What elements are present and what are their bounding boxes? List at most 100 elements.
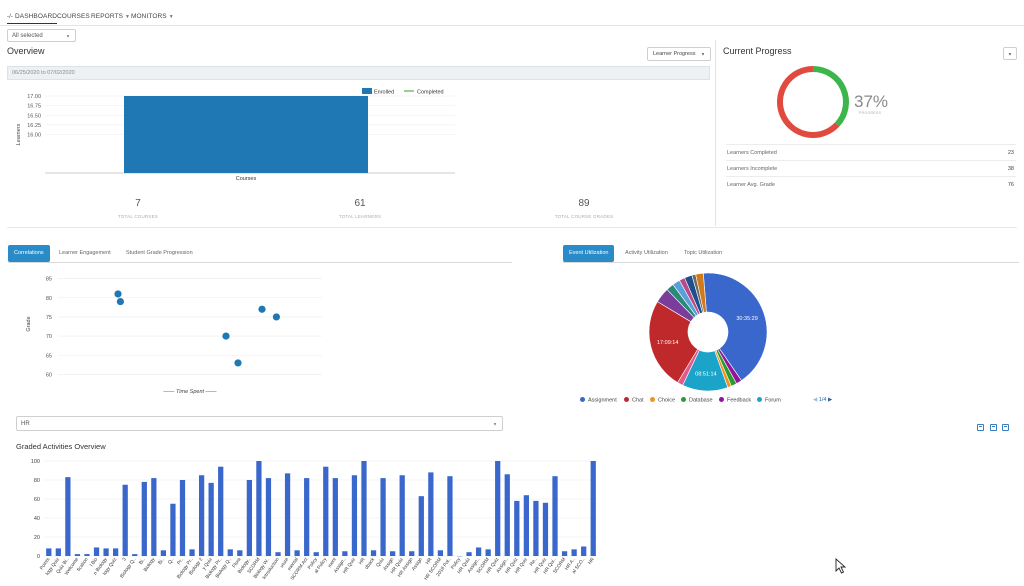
nav-reports[interactable]: REPORTS ▼ [91, 13, 130, 20]
current-progress-menu-button[interactable]: ▼ [1003, 47, 1017, 60]
graded-bar [523, 495, 529, 556]
graded-bar [437, 550, 444, 556]
progress-arc-incomplete [777, 66, 840, 138]
top-nav: -/- DASHBOARD COURSES REPORTS ▼ MONITORS ▼ [0, 0, 1024, 26]
nav-dashboard[interactable]: -/- DASHBOARD [7, 13, 58, 24]
graded-bar [246, 480, 252, 556]
legend-dot [624, 397, 629, 402]
graded-bar [466, 552, 472, 556]
legend-feedback[interactable]: Feedback [719, 397, 751, 404]
graded-bar [495, 461, 501, 556]
legend-pager[interactable]: ◀ 1/4 ▶ [813, 397, 832, 403]
graded-activities-title: Graded Activities Overview [16, 442, 106, 451]
pie-slice-label: 17:09:14 [657, 340, 678, 346]
x-tick-label: 3 [121, 556, 128, 562]
graded-bar [84, 554, 90, 556]
graded-bar [323, 466, 329, 556]
graded-bar [533, 500, 539, 556]
legend-dot [719, 397, 724, 402]
legend-dot [580, 397, 585, 402]
scatter-point [272, 313, 280, 321]
x-tick-label: Bi.. [157, 557, 166, 566]
tab-event-utilization[interactable]: Event Utilization [563, 245, 615, 262]
graded-bar [504, 474, 510, 556]
graded-bar [284, 473, 291, 556]
graded-bar [447, 476, 453, 556]
graded-bar [189, 549, 195, 556]
graded-bar [418, 496, 424, 556]
graded-bar [542, 502, 549, 556]
graded-bar [151, 478, 157, 556]
graded-bar [380, 478, 386, 556]
section-divider [715, 40, 716, 226]
progress-arc-complete [812, 66, 849, 127]
learner-progress-button[interactable]: Learner Progress ▼ [647, 47, 711, 61]
y-tick-label: 85 [46, 277, 52, 283]
y-tick-label: 60 [46, 372, 52, 378]
graded-bar [179, 480, 186, 556]
graded-bar [409, 551, 415, 556]
x-axis-label: —— Time Spent —— [162, 389, 217, 395]
graded-bar [113, 548, 119, 556]
graded-bar [74, 554, 81, 556]
y-tick-label: 65 [46, 353, 52, 359]
x-tick-label: dback [364, 556, 377, 570]
graded-bar [170, 503, 176, 556]
legend-assignment[interactable]: Assignment [580, 397, 617, 404]
graded-bar [160, 550, 167, 556]
tab-learner-engagement[interactable]: Learner Engagement [59, 245, 111, 262]
x-tick-label: HR [587, 556, 596, 566]
y-tick-label: 100 [31, 459, 40, 465]
export-xls-icon[interactable] [990, 424, 997, 431]
graded-bar [590, 461, 596, 556]
y-tick-label: 16.25 [27, 123, 41, 129]
progress-donut [777, 66, 849, 138]
mouse-cursor-icon [835, 558, 847, 574]
legend-chat[interactable]: Chat [624, 397, 644, 404]
chevron-down-icon: ▼ [701, 51, 705, 57]
current-progress-title: Current Progress [723, 46, 792, 56]
legend-database[interactable]: Database [681, 397, 713, 404]
arrow-left-icon[interactable]: ◀ [813, 397, 817, 403]
graded-bar [227, 549, 233, 556]
graded-bar [208, 482, 214, 556]
y-tick-label: 75 [46, 315, 52, 321]
tab-activity-utilization[interactable]: Activity Utilization [625, 245, 668, 262]
x-tick-label: HR [358, 556, 367, 566]
y-tick-label: 16.00 [27, 133, 41, 139]
graded-bar [571, 549, 577, 556]
nav-monitors[interactable]: MONITORS ▼ [131, 13, 174, 20]
nav-courses[interactable]: COURSES [57, 13, 90, 20]
course-filter-select[interactable]: All selected ▼ [7, 29, 76, 42]
graded-bar [256, 461, 262, 556]
graded-bar [103, 548, 109, 556]
export-csv-icon[interactable] [977, 424, 984, 431]
date-range-bar[interactable]: 06/25/2020 to 07/02/2020 [7, 66, 710, 80]
y-tick-label: 70 [46, 334, 52, 340]
scatter-point [114, 290, 122, 298]
x-tick-label: Assign [411, 556, 424, 572]
y-tick-label: 80 [46, 296, 52, 302]
graded-bar [561, 551, 568, 556]
y-tick-label: 40 [34, 516, 40, 522]
graded-course-select[interactable]: HR ▼ [16, 416, 503, 431]
legend-forum[interactable]: Forum [757, 397, 781, 404]
pie-slice-label: 30:35:29 [736, 316, 757, 322]
y-tick-label: 16.50 [27, 113, 41, 119]
tab-underline [563, 262, 1019, 263]
tab-student-grade-progression[interactable]: Student Grade Progression [126, 245, 193, 262]
tab-underline [8, 262, 512, 263]
arrow-right-icon[interactable]: ▶ [828, 397, 832, 403]
x-axis-label: Courses [236, 176, 257, 182]
legend-choice[interactable]: Choice [650, 397, 675, 404]
export-pdf-icon[interactable] [1002, 424, 1009, 431]
graded-bar [552, 476, 558, 556]
overview-title: Overview [7, 46, 45, 56]
tab-correlations[interactable]: Correlations [8, 245, 50, 262]
stat-total-learners-value: 61 [354, 198, 366, 209]
chevron-down-icon: ▼ [1008, 51, 1012, 56]
learners-completed-row: Learners Completed 23 [726, 144, 1016, 160]
y-tick-label: 16.75 [27, 104, 41, 110]
tab-topic-utilization[interactable]: Topic Utilization [684, 245, 722, 262]
graded-bar [93, 547, 100, 556]
